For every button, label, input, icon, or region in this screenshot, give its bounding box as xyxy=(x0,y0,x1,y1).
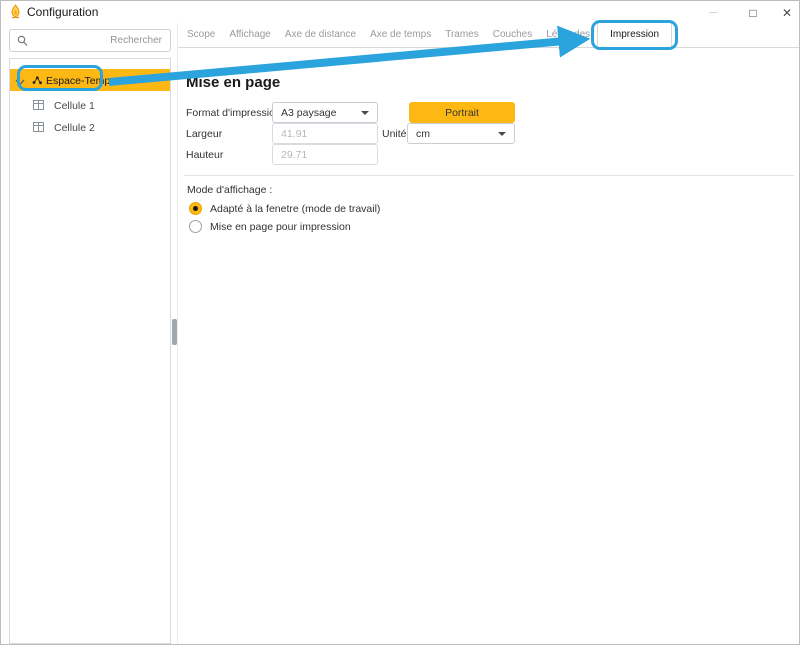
radio-option-mise-en-page-impression[interactable]: Mise en page pour impression xyxy=(189,219,351,234)
search-box xyxy=(9,29,171,52)
format-impression-dropdown[interactable]: A3 paysage xyxy=(272,102,378,123)
tab-impression[interactable]: Impression xyxy=(597,22,672,48)
unite-value: cm xyxy=(416,128,430,140)
hauteur-field xyxy=(272,144,378,165)
window-title: Configuration xyxy=(27,5,98,19)
radio-option-label: Adapté à la fenetre (mode de travail) xyxy=(210,203,380,215)
tree-panel: Espace-Temps Cellule 1 Cellule 2 xyxy=(9,58,171,644)
tree-item-cellule-1[interactable]: Cellule 1 xyxy=(10,95,170,115)
maximize-button[interactable]: □ xyxy=(735,1,771,25)
radio-option-adapte-fenetre[interactable]: Adapté à la fenetre (mode de travail) xyxy=(189,201,380,216)
radio-option-label: Mise en page pour impression xyxy=(210,221,351,233)
minimize-button[interactable]: ─ xyxy=(695,1,731,25)
main-panel: Scope Affichage Axe de distance Axe de t… xyxy=(177,23,799,644)
search-input[interactable] xyxy=(10,30,170,51)
tab-affichage[interactable]: Affichage xyxy=(222,22,278,47)
tab-trames[interactable]: Trames xyxy=(438,22,486,47)
tree-item-espace-temps[interactable]: Espace-Temps xyxy=(10,69,170,91)
configuration-window: Configuration ─ □ ✕ xyxy=(0,0,800,645)
tab-strip: Scope Affichage Axe de distance Axe de t… xyxy=(178,23,799,48)
section-divider xyxy=(184,175,794,176)
tab-legendes[interactable]: Légendes xyxy=(539,22,597,47)
app-icon xyxy=(9,4,22,20)
mode-affichage-label: Mode d'affichage : xyxy=(187,184,272,196)
cell-grid-icon xyxy=(33,122,44,135)
tree-item-label: Cellule 2 xyxy=(54,122,95,134)
tab-scope[interactable]: Scope xyxy=(180,22,222,47)
tree-item-label: Espace-Temps xyxy=(46,75,115,87)
tab-axe-de-distance[interactable]: Axe de distance xyxy=(278,22,363,47)
page-title: Mise en page xyxy=(186,74,280,91)
tab-impression-label: Impression xyxy=(610,29,659,40)
titlebar: Configuration ─ □ ✕ xyxy=(1,1,799,23)
radio-selected-icon xyxy=(189,202,202,215)
tree-item-cellule-2[interactable]: Cellule 2 xyxy=(10,117,170,137)
largeur-label: Largeur xyxy=(186,128,222,140)
format-impression-label: Format d'impression xyxy=(186,107,281,119)
close-button[interactable]: ✕ xyxy=(769,1,800,25)
portrait-button[interactable]: Portrait xyxy=(409,102,515,123)
unite-dropdown[interactable]: cm xyxy=(407,123,515,144)
tree-item-label: Cellule 1 xyxy=(54,100,95,112)
impression-page: Mise en page Format d'impression A3 pays… xyxy=(178,48,799,644)
space-time-icon xyxy=(31,75,43,89)
format-impression-value: A3 paysage xyxy=(281,107,336,119)
radio-unselected-icon xyxy=(189,220,202,233)
chevron-expanded-icon[interactable] xyxy=(15,77,25,89)
tab-axe-de-temps[interactable]: Axe de temps xyxy=(363,22,438,47)
largeur-field xyxy=(272,123,378,144)
tab-couches[interactable]: Couches xyxy=(486,22,539,47)
search-icon xyxy=(17,35,28,47)
chevron-down-icon xyxy=(361,111,369,115)
chevron-down-icon xyxy=(498,132,506,136)
cell-grid-icon xyxy=(33,100,44,113)
hauteur-label: Hauteur xyxy=(186,149,223,161)
